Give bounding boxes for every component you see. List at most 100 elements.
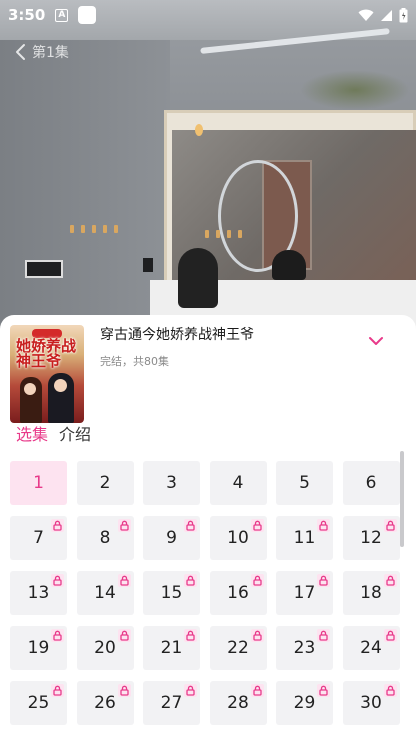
episode-number: 1 [33,473,44,493]
episode-cell[interactable]: 10 [209,516,267,560]
current-episode-label: 第1集 [32,45,69,61]
chevron-left-icon [16,44,25,60]
episode-cell[interactable]: 5 [276,461,333,505]
episode-cell[interactable]: 16 [209,571,267,615]
lock-icon [317,574,330,587]
video-scene-lamp [195,124,203,136]
episode-cell[interactable]: 20 [76,626,134,670]
lock-icon [117,684,131,697]
episode-number: 26 [94,693,116,713]
cover-face-male [54,379,67,392]
lock-icon [383,629,397,642]
episode-number: 16 [227,583,249,603]
episode-cell[interactable]: 15 [143,571,200,615]
episode-cell[interactable]: 12 [342,516,400,560]
episode-number: 29 [293,693,316,713]
episode-cell[interactable]: 3 [143,461,200,505]
episode-cell[interactable]: 30 [342,681,400,725]
episode-cell[interactable]: 11 [276,516,333,560]
tab-episodes[interactable]: 选集 [16,421,48,445]
video-scene-switch [25,260,63,278]
episode-number: 18 [360,583,382,603]
lock-icon [117,629,131,642]
episode-cell[interactable]: 14 [76,571,134,615]
episode-cell[interactable]: 17 [276,571,333,615]
episode-cell[interactable]: 25 [10,681,67,725]
episode-number: 4 [232,473,244,493]
signal-icon [381,9,392,21]
video-scene-outlet [143,258,153,272]
lock-icon [117,519,131,532]
episode-number: 12 [360,528,382,548]
video-scene-hooks [70,225,120,233]
drama-cover[interactable]: 她娇养战神王爷 [10,325,84,423]
episode-number: 17 [293,583,316,603]
episode-number: 23 [293,638,316,658]
episode-cell[interactable]: 6 [342,461,400,505]
lock-icon [250,684,264,697]
lock-icon [117,574,131,587]
episode-number: 28 [227,693,249,713]
episode-cell[interactable]: 1 [10,461,67,505]
episode-grid: 1 2 3 4 5 6 7 8 9 10 11 12 13 14 15 16 17 18 19 20 21 22 23 24 2… [10,461,402,725]
episode-number: 19 [27,638,50,658]
episode-number: 30 [360,693,382,713]
lock-icon [51,629,64,642]
episode-number: 25 [27,693,50,713]
status-time: 3:50 [8,6,46,24]
episode-cell[interactable]: 2 [76,461,134,505]
episode-number: 14 [94,583,116,603]
episode-number: 13 [27,583,50,603]
episode-cell[interactable]: 27 [143,681,200,725]
battery-icon [399,7,408,22]
episode-number: 9 [166,528,177,548]
episode-number: 7 [33,528,44,548]
episode-cell[interactable]: 28 [209,681,267,725]
episode-number: 24 [360,638,382,658]
episode-number: 3 [166,473,177,493]
episode-cell[interactable]: 13 [10,571,67,615]
wifi-icon [358,9,374,21]
episode-number: 15 [160,583,183,603]
status-bar: 3:50 A [0,0,416,30]
drama-meta: 完结，共80集 [100,355,169,368]
episode-cell[interactable]: 18 [342,571,400,615]
lock-icon [250,629,264,642]
episode-cell[interactable]: 9 [143,516,200,560]
episode-cell[interactable]: 23 [276,626,333,670]
episode-number: 10 [227,528,249,548]
lock-icon [184,574,197,587]
back-button[interactable]: 第1集 [14,42,69,62]
lock-icon [250,519,264,532]
episode-cell[interactable]: 7 [10,516,67,560]
episode-number: 21 [160,638,183,658]
lock-icon [184,519,197,532]
episode-number: 22 [227,638,249,658]
lock-icon [184,684,197,697]
episode-cell[interactable]: 8 [76,516,134,560]
episode-cell[interactable]: 22 [209,626,267,670]
collapse-button[interactable] [362,331,390,351]
lock-icon [51,574,64,587]
episode-cell[interactable]: 24 [342,626,400,670]
video-scene-wall [0,40,170,330]
lock-icon [51,684,64,697]
episode-cell[interactable]: 21 [143,626,200,670]
episode-number: 20 [94,638,116,658]
tab-intro[interactable]: 介绍 [59,421,91,445]
scrollbar[interactable] [400,451,404,547]
lock-icon [317,519,330,532]
episode-cell[interactable]: 26 [76,681,134,725]
episode-cell[interactable]: 19 [10,626,67,670]
video-scene-hooks-reflection [205,230,245,238]
episode-number: 6 [365,473,377,493]
episode-cell[interactable]: 29 [276,681,333,725]
episode-cell[interactable]: 4 [209,461,267,505]
sheet-tabs: 选集 介绍 [16,421,91,445]
notification-square-icon [78,6,97,24]
lock-icon [317,629,330,642]
episode-number: 5 [299,473,310,493]
lock-icon [383,519,397,532]
lock-icon [250,574,264,587]
episode-number: 11 [293,528,316,548]
